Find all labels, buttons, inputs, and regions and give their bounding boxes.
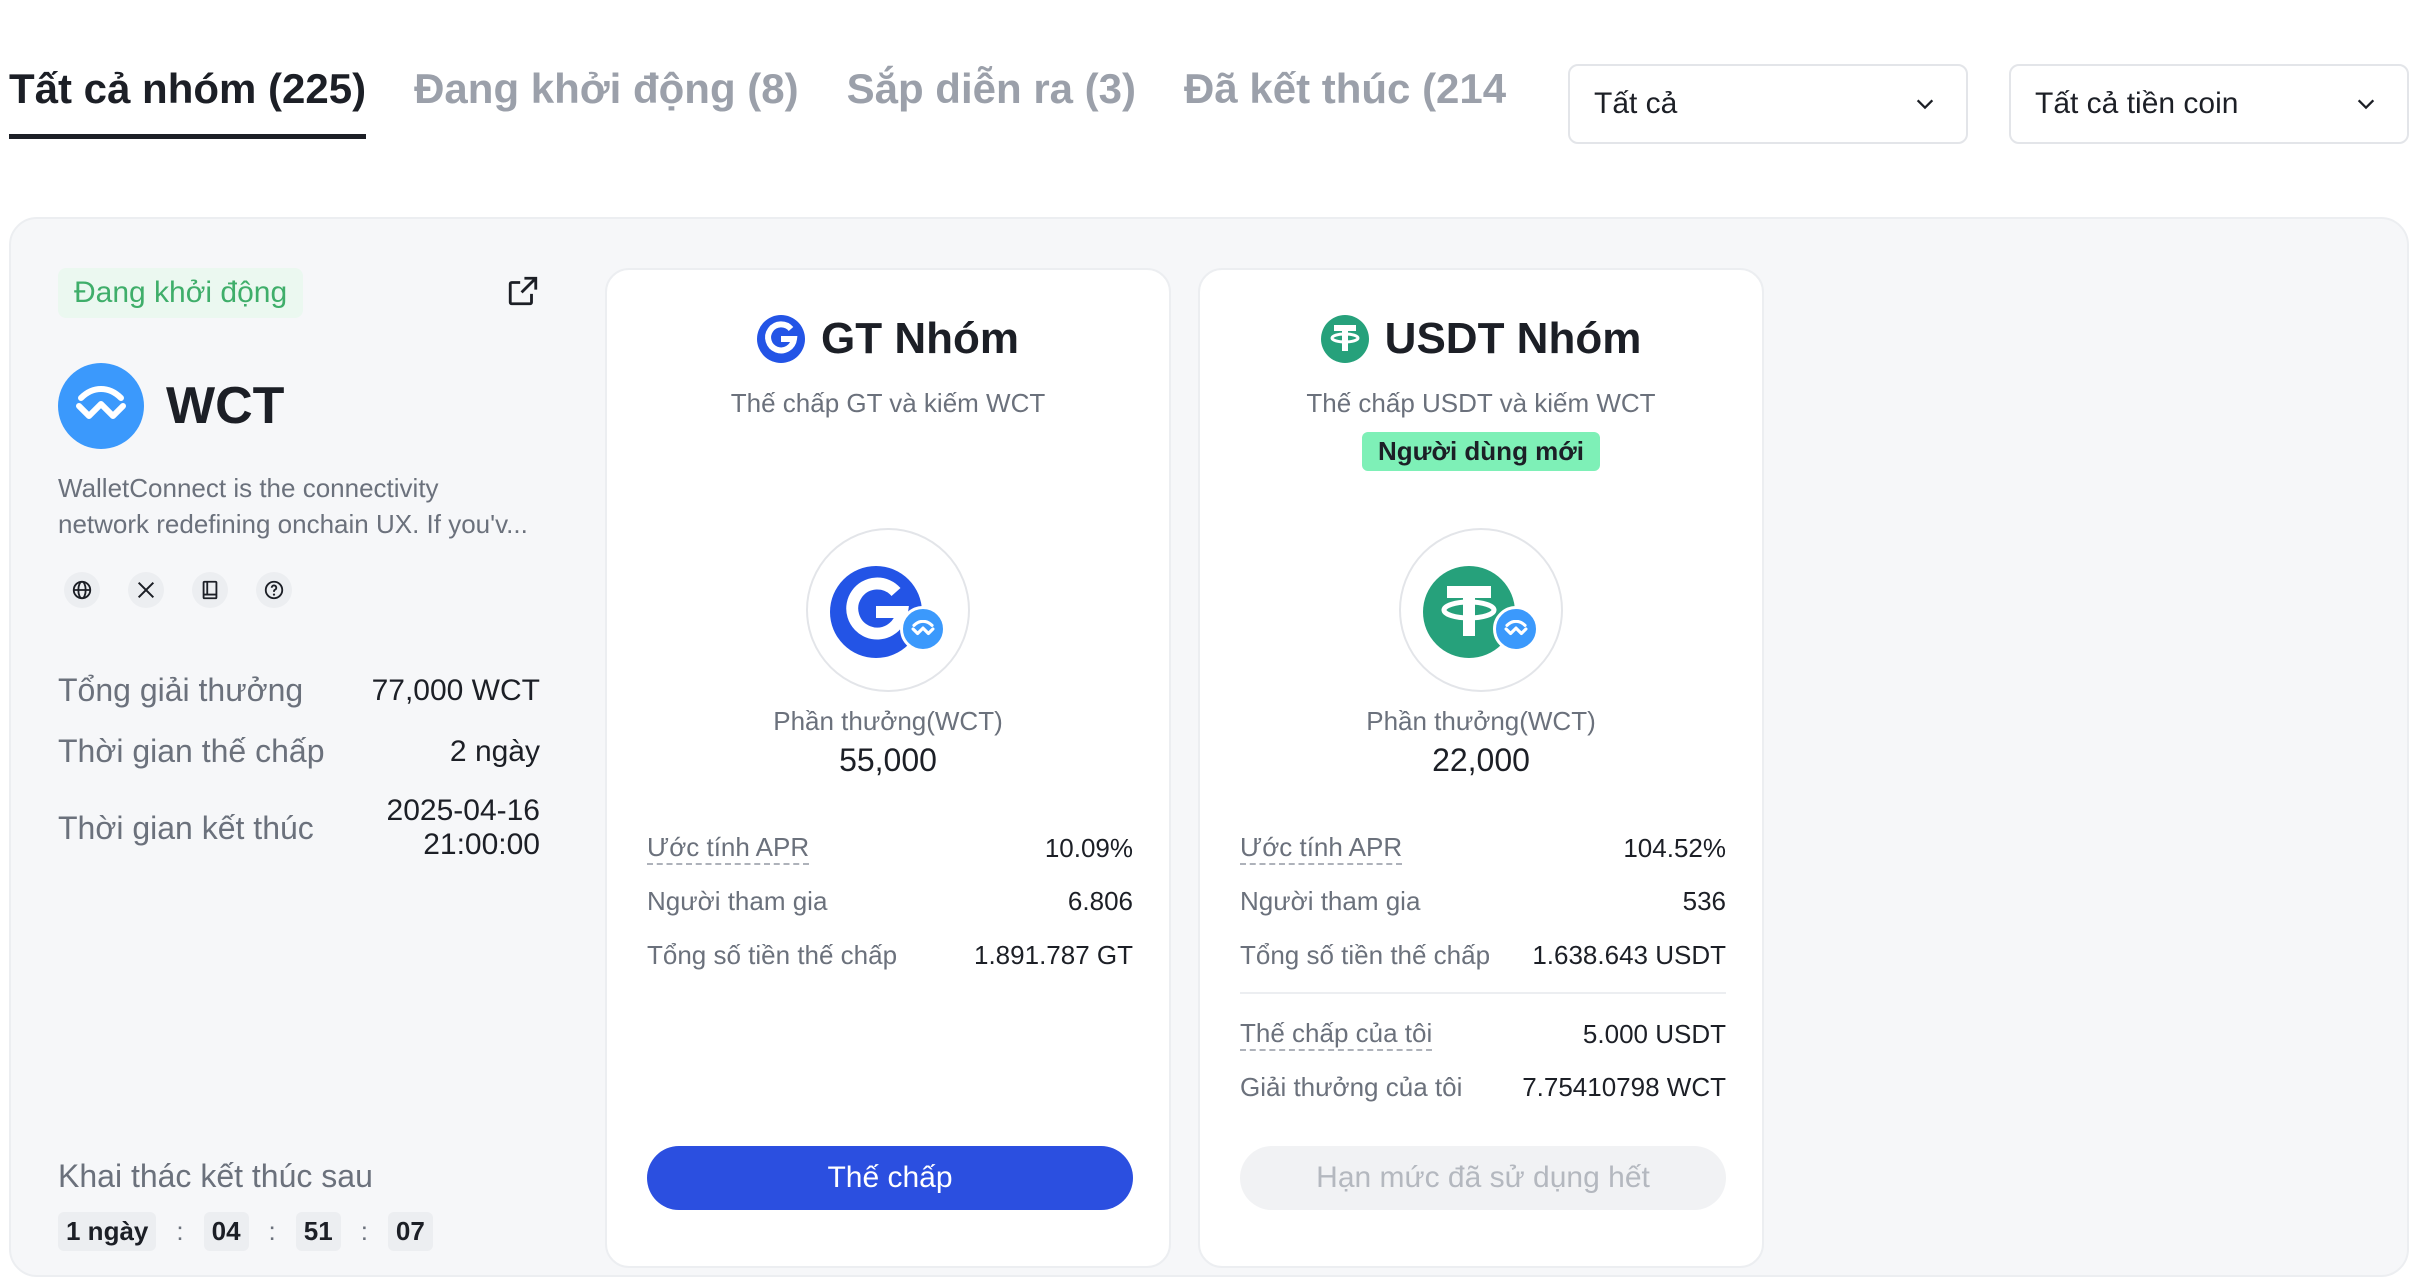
tab-ongoing[interactable]: Đang khởi động (8) [414,68,799,134]
coin-filter-select[interactable]: Tất cả tiền coin [2009,64,2409,144]
social-links [64,572,320,608]
end-time-value: 2025-04-16 21:00:00 [387,794,540,862]
walletconnect-icon [911,620,935,636]
project-description: WalletConnect is the connectivity networ… [58,470,548,542]
countdown-hours: 04 [203,1212,249,1251]
help-link[interactable] [256,572,292,608]
x-icon [137,581,155,599]
reward-label: Phần thưởng(WCT) [773,706,1003,736]
tab-all-pools[interactable]: Tất cả nhóm (225) [9,68,367,139]
participants-label: Người tham gia [647,886,828,916]
end-time-label: Thời gian kết thúc [58,809,314,846]
reward-label: Phần thưởng(WCT) [1366,706,1596,736]
pool-logo [806,528,970,692]
stake-time-row: Thời gian thế chấp 2 ngày [58,733,540,770]
total-staked-label: Tổng số tiền thế chấp [1240,940,1491,970]
pool-subtitle: Thế chấp USDT và kiếm WCT [1306,388,1656,418]
description-line: network redefining onchain UX. If you'v.… [58,509,528,539]
chevron-down-icon [1916,99,1934,110]
participants-row: Người tham gia 6.806 [647,886,1133,917]
pool-tabs: Tất cả nhóm (225) Đang khởi động (8) Sắp… [9,68,1554,139]
tab-ended[interactable]: Đã kết thúc (214 [1184,68,1506,134]
project-name: WCT [166,377,285,435]
status-badge: Đang khởi động [58,268,304,318]
pool-subtitle: Thế chấp GT và kiếm WCT [730,388,1046,418]
new-user-badge: Người dùng mới [1362,432,1600,471]
participants-label: Người tham gia [1240,886,1421,916]
countdown-timer: 1 ngày : 04 : 51 : 07 [58,1212,433,1251]
pool-title-text: USDT Nhóm [1384,314,1642,363]
usdt-coin-icon [1320,315,1369,363]
total-staked-label: Tổng số tiền thế chấp [647,940,898,970]
total-staked-row: Tổng số tiền thế chấp 1.638.643 USDT [1240,940,1726,971]
total-staked-value: 1.891.787 GT [974,940,1133,970]
my-reward-label: Giải thưởng của tôi [1240,1072,1463,1102]
my-reward-row: Giải thưởng của tôi 7.75410798 WCT [1240,1072,1726,1103]
total-staked-row: Tổng số tiền thế chấp 1.891.787 GT [647,940,1133,971]
quota-exhausted-button[interactable]: Hạn mức đã sử dụng hết [1240,1146,1726,1210]
countdown-seconds: 07 [387,1212,433,1251]
total-reward-label: Tổng giải thưởng [58,672,304,708]
apr-row: Ước tính APR 104.52% [1240,832,1726,865]
apr-row: Ước tính APR 10.09% [647,832,1133,865]
apr-label[interactable]: Ước tính APR [1240,832,1403,865]
participants-row: Người tham gia 536 [1240,886,1726,917]
x-link[interactable] [128,572,164,608]
participants-value: 6.806 [1067,886,1133,916]
coin-filter-value: Tất cả tiền coin [2035,87,2239,120]
apr-label[interactable]: Ước tính APR [647,832,810,865]
gt-pool-card: GT Nhóm Thế chấp GT và kiếm WCT Phần thư… [605,268,1171,1268]
description-line: WalletConnect is the connectivity [58,473,439,503]
end-clock: 21:00:00 [423,828,540,861]
pool-title: GT Nhóm [607,314,1169,364]
walletconnect-icon [76,386,126,419]
wct-mini-badge [1493,606,1539,652]
usdt-pool-card: USDT Nhóm Thế chấp USDT và kiếm WCT Ngườ… [1198,268,1764,1268]
my-reward-value: 7.75410798 WCT [1522,1072,1726,1102]
wct-mini-badge [900,606,946,652]
countdown-separator: : [176,1216,184,1246]
mining-end-label: Khai thác kết thúc sau [58,1158,373,1194]
countdown-separator: : [268,1216,276,1246]
website-link[interactable] [64,572,100,608]
stake-button[interactable]: Thế chấp [647,1146,1133,1210]
chevron-down-icon [2357,99,2375,110]
total-reward-row: Tổng giải thưởng 77,000 WCT [58,672,540,709]
my-stake-label[interactable]: Thế chấp của tôi [1240,1018,1433,1051]
group-filter-select[interactable]: Tất cả [1568,64,1968,144]
total-reward-value: 77,000 WCT [371,673,540,707]
help-icon [264,580,284,600]
tab-upcoming[interactable]: Sắp diễn ra (3) [847,68,1136,134]
reward-value: 22,000 [1432,742,1530,778]
end-time-row: Thời gian kết thúc 2025-04-16 21:00:00 [58,794,540,862]
divider [1240,992,1726,994]
my-stake-value: 5.000 USDT [1582,1019,1726,1049]
external-link-icon[interactable] [506,274,540,308]
countdown-days: 1 ngày [58,1212,157,1251]
wct-logo [58,363,144,449]
total-staked-value: 1.638.643 USDT [1532,940,1726,970]
pool-title-text: GT Nhóm [821,314,1019,363]
gt-coin-icon [757,315,805,363]
pool-title: USDT Nhóm [1200,314,1762,364]
pool-logo [1399,528,1563,692]
end-date: 2025-04-16 [386,794,540,827]
apr-value: 104.52% [1623,833,1726,863]
stake-time-label: Thời gian thế chấp [58,733,325,769]
group-filter-value: Tất cả [1594,87,1678,120]
walletconnect-icon [1504,620,1528,636]
apr-value: 10.09% [1044,833,1133,863]
my-stake-row: Thế chấp của tôi 5.000 USDT [1240,1018,1726,1051]
stake-time-value: 2 ngày [449,734,540,768]
book-icon [202,580,218,600]
reward-value: 55,000 [839,742,937,778]
docs-link[interactable] [192,572,228,608]
countdown-minutes: 51 [295,1212,341,1251]
globe-icon [72,580,92,600]
countdown-separator: : [360,1216,368,1246]
participants-value: 536 [1682,886,1726,916]
